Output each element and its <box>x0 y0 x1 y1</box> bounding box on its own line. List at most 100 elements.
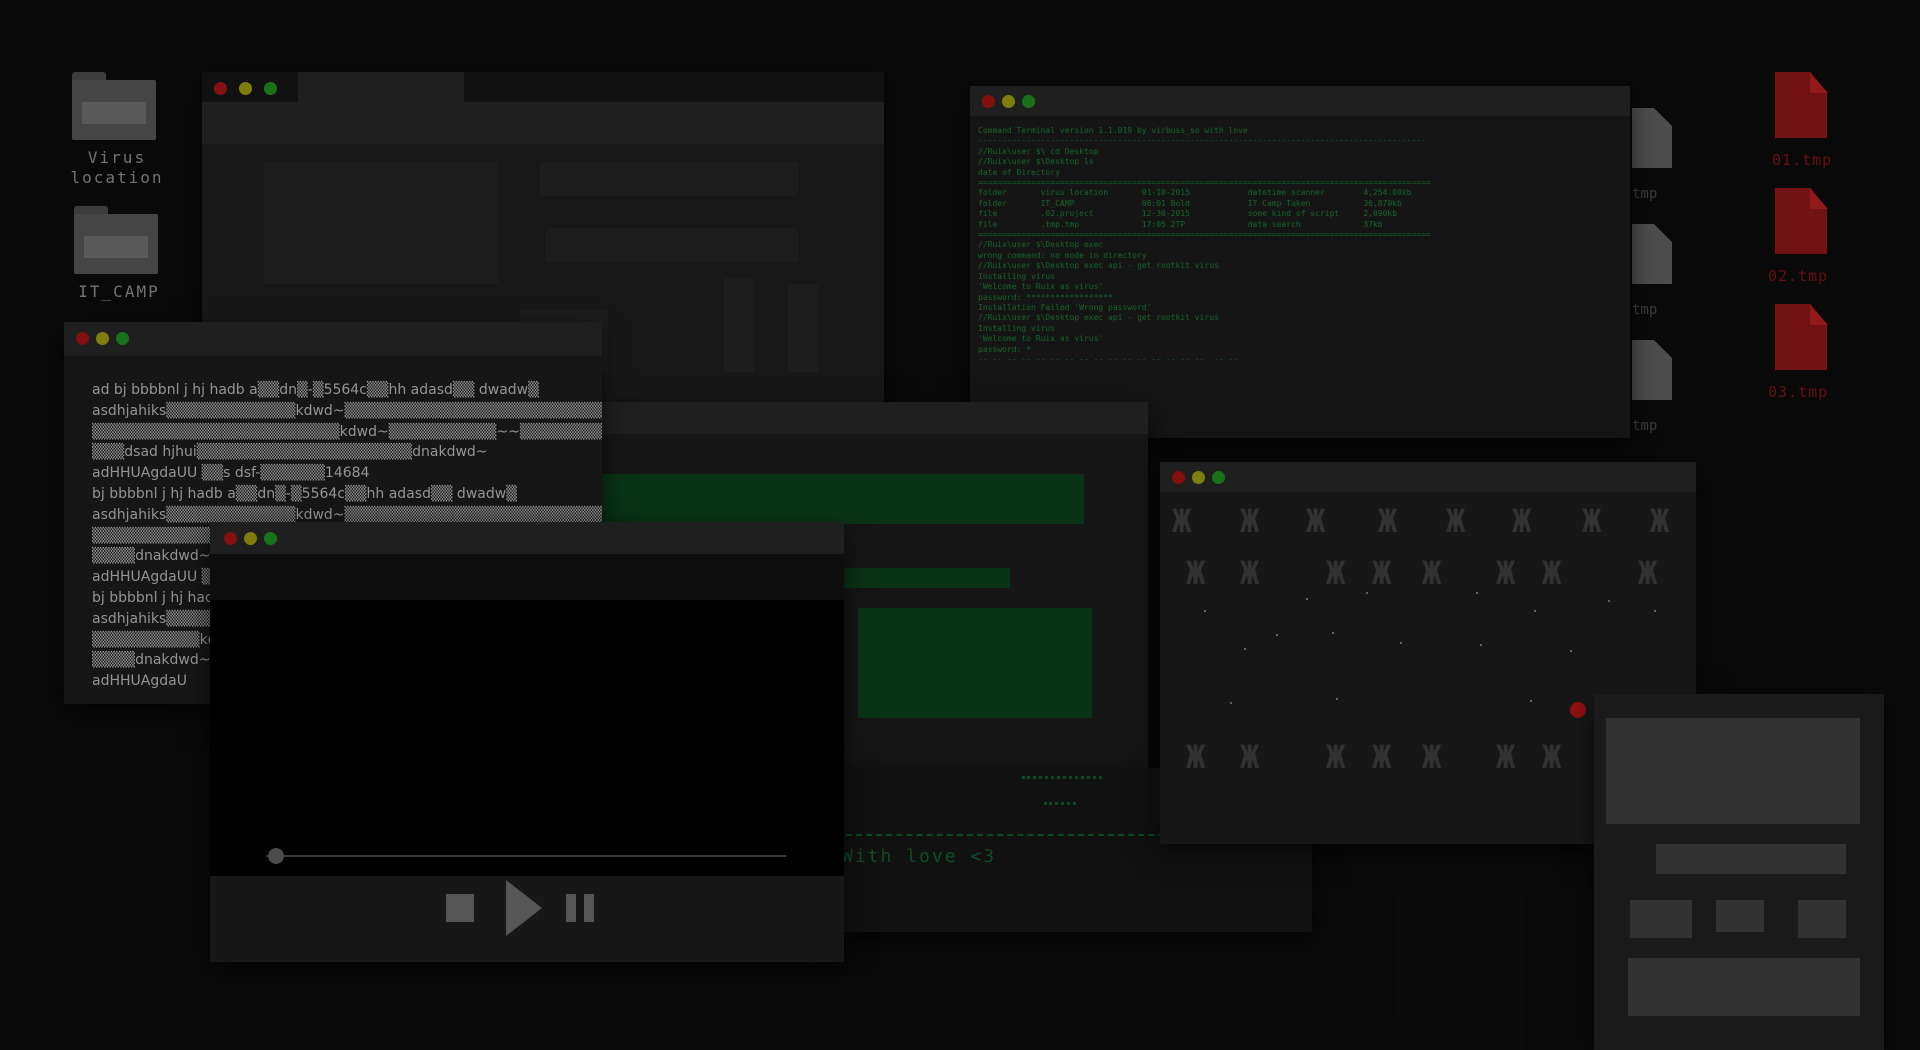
content-column <box>788 284 818 372</box>
terminal-line: password: * <box>978 344 1031 354</box>
terminal-line: password: ****************** <box>978 292 1113 302</box>
invader-sprite: Ж <box>1372 738 1392 776</box>
star-dot <box>1534 610 1536 612</box>
content-block <box>1630 900 1692 938</box>
stop-icon[interactable] <box>446 894 474 922</box>
image-placeholder <box>264 162 498 284</box>
content-block <box>1716 900 1764 932</box>
desktop-icon-virus-location[interactable]: Virus location <box>62 72 182 192</box>
maximize-button[interactable] <box>1212 471 1225 484</box>
folder-icon <box>74 206 158 274</box>
seek-track[interactable] <box>266 855 786 857</box>
content-bar <box>546 228 798 262</box>
file-icon <box>1632 108 1672 168</box>
progress-bar <box>858 608 1092 718</box>
window-titlebar[interactable] <box>1160 462 1696 492</box>
star-dot <box>1400 642 1402 644</box>
terminal-output[interactable]: Command Terminal version 1.1.019 by virb… <box>978 126 1620 438</box>
invader-sprite: Ж <box>1172 502 1192 540</box>
desktop-icon-it-camp[interactable]: IT_CAMP <box>62 206 182 306</box>
terminal-line: file .tmp.tmp 17:05 2TP data search 37kb <box>978 219 1383 229</box>
video-player-window[interactable] <box>210 522 844 962</box>
maximize-button[interactable] <box>264 532 277 545</box>
close-button[interactable] <box>1172 471 1185 484</box>
content-bar <box>1656 844 1846 874</box>
content-column <box>724 278 754 372</box>
pause-icon[interactable] <box>566 894 594 922</box>
file-label: 03.tmp <box>1768 383 1829 401</box>
video-screen[interactable] <box>210 600 844 876</box>
desktop-icon-tmp-01[interactable]: 01.tmp <box>1760 72 1860 172</box>
terminal-line: 'Welcome to Ruix as virus' <box>978 282 1104 292</box>
enemy-bullet <box>1570 702 1586 718</box>
invader-sprite: Ж <box>1326 738 1346 776</box>
invader-sprite: Ж <box>1186 554 1206 592</box>
window-titlebar[interactable] <box>210 522 844 554</box>
window-titlebar[interactable] <box>970 86 1630 116</box>
invader-sprite: Ж <box>1650 502 1670 540</box>
terminal-line: Installation Failed 'Wrong password' <box>978 302 1152 312</box>
file-icon <box>1775 188 1827 254</box>
desktop-icon-tmp-02[interactable]: 02.tmp <box>1760 188 1860 288</box>
minimize-button[interactable] <box>96 332 109 345</box>
close-button[interactable] <box>982 95 995 108</box>
file-icon <box>1632 340 1672 400</box>
invader-sprite: Ж <box>1326 554 1346 592</box>
minimize-button[interactable] <box>244 532 257 545</box>
address-bar[interactable] <box>202 102 884 144</box>
invader-sprite: Ж <box>1496 554 1516 592</box>
close-button[interactable] <box>214 82 227 95</box>
invader-sprite: Ж <box>1542 738 1562 776</box>
text-line: bj bbbbnl j hj hadb a▒▒dn▒-▒5564c▒▒hh ad… <box>92 485 517 502</box>
star-dot <box>1654 610 1656 612</box>
player-toolbar <box>210 554 844 600</box>
window-titlebar[interactable] <box>558 402 1148 434</box>
invader-sprite: Ж <box>1240 738 1260 776</box>
terminal-line: //Ruix\user $\ cd Desktop <box>978 146 1099 156</box>
star-dot <box>1366 592 1368 594</box>
terminal-line: -- -- -- -- -- -- -- -- -- -- -- -- -- -… <box>978 354 1239 364</box>
star-dot <box>1530 700 1532 702</box>
terminal-line: //Ruix\user $\Desktop exec <box>978 240 1104 250</box>
content-bar <box>540 162 798 196</box>
file-icon <box>1775 304 1827 370</box>
invader-sprite: Ж <box>1240 554 1260 592</box>
text-line: ▒▒▒▒▒▒▒▒▒▒▒▒▒▒▒▒▒▒▒▒▒▒▒kdwd~▒▒▒▒▒▒▒▒▒▒~~… <box>92 423 602 440</box>
terminal-line: Installing virus <box>978 323 1056 333</box>
terminal-line: ----------------------------------------… <box>978 136 1426 146</box>
terminal-window[interactable]: Command Terminal version 1.1.019 by virb… <box>970 86 1630 438</box>
progress-bar <box>598 474 1084 524</box>
minimize-button[interactable] <box>239 82 252 95</box>
play-icon[interactable] <box>506 880 542 936</box>
star-dot <box>1204 610 1206 612</box>
terminal-line: //Ruix\user $\Desktop ls <box>978 157 1094 167</box>
terminal-line: Command Terminal version 1.1.019 by virb… <box>978 126 1248 135</box>
image-placeholder <box>1606 718 1860 824</box>
star-dot <box>1336 698 1338 700</box>
minimize-button[interactable] <box>1192 471 1205 484</box>
terminal-line: folder virus location 91-10-2015 datetim… <box>978 188 1412 198</box>
minimize-button[interactable] <box>1002 95 1015 108</box>
star-dot <box>1230 702 1232 704</box>
terminal-line: file .02.project 12-30-2015 some kind of… <box>978 209 1398 219</box>
folder-icon <box>72 72 156 140</box>
close-button[interactable] <box>224 532 237 545</box>
content-block <box>1798 900 1846 938</box>
loading-dots <box>1022 776 1102 779</box>
terminal-line: folder IT_CAMP 08:01 Bold IT Camp Taken … <box>978 198 1402 208</box>
text-line: adHHUAgdaUU ▒▒s dsf-▒▒▒▒▒▒14684 <box>92 465 370 482</box>
invader-sprite: Ж <box>1446 502 1466 540</box>
maximize-button[interactable] <box>1022 95 1035 108</box>
desktop-icon-tmp-03[interactable]: 03.tmp <box>1760 304 1860 404</box>
invader-sprite: Ж <box>1512 502 1532 540</box>
star-dot <box>1244 648 1246 650</box>
maximize-button[interactable] <box>264 82 277 95</box>
browser-tab[interactable] <box>298 72 464 102</box>
terminal-line: ========================================… <box>978 178 1431 188</box>
text-line: asdhjahiks▒▒▒▒▒▒▒▒▒▒▒▒kdwd~▒▒▒▒▒▒▒▒▒▒▒▒▒… <box>92 402 602 419</box>
window-titlebar[interactable] <box>64 322 602 356</box>
star-dot <box>1332 632 1334 634</box>
close-button[interactable] <box>76 332 89 345</box>
maximize-button[interactable] <box>116 332 129 345</box>
star-dot <box>1306 598 1308 600</box>
